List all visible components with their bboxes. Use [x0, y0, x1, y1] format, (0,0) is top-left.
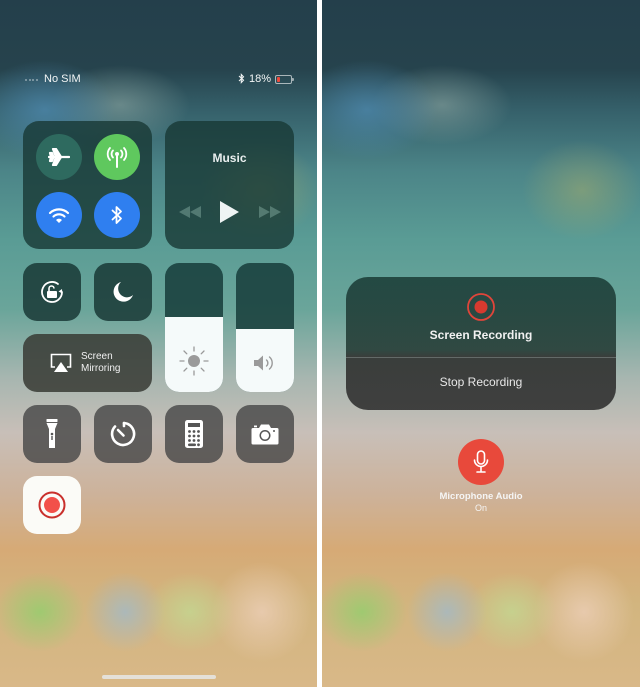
microphone-audio-state: On: [474, 503, 487, 513]
screen-recording-title: Screen Recording: [429, 328, 533, 342]
screen-mirroring-label-line2: Mirroring: [81, 363, 121, 374]
microphone-icon: [473, 450, 489, 473]
antenna-icon: [106, 147, 128, 168]
record-icon: [38, 491, 66, 519]
screen-mirroring-label: Screen Mirroring: [81, 351, 120, 375]
screen-recording-header: Screen Recording: [346, 277, 616, 357]
airplay-icon: [50, 353, 72, 372]
home-indicator[interactable]: [102, 675, 216, 679]
bluetooth-toggle[interactable]: [94, 192, 140, 238]
bluetooth-icon: [238, 73, 245, 87]
fast-forward-icon: [259, 206, 281, 218]
music-controls: [165, 201, 294, 223]
signal-strength-icon: [25, 79, 39, 82]
calculator-button[interactable]: [165, 405, 223, 463]
screen-recording-button[interactable]: [23, 476, 81, 534]
wifi-icon: [48, 207, 70, 223]
fast-forward-button[interactable]: [259, 201, 281, 223]
rotation-lock-icon: [41, 281, 63, 303]
rewind-button[interactable]: [179, 201, 201, 223]
volume-slider[interactable]: [236, 263, 294, 392]
screen-recording-popup: Screen Recording Stop Recording: [346, 277, 616, 410]
microphone-audio-label: Microphone Audio: [439, 491, 523, 502]
camera-icon: [251, 424, 279, 445]
screen-mirroring-label-line1: Screen: [81, 351, 113, 362]
carrier-label: No SIM: [44, 73, 81, 85]
microphone-audio-toggle[interactable]: [458, 439, 504, 485]
wifi-toggle[interactable]: [36, 192, 82, 238]
screen-recording-menu-screen: Screen Recording Stop Recording Micropho…: [322, 0, 640, 687]
flashlight-button[interactable]: [23, 405, 81, 463]
play-button[interactable]: [219, 201, 239, 223]
do-not-disturb-toggle[interactable]: [94, 263, 152, 321]
status-bar: No SIM 18%: [0, 72, 317, 88]
cellular-data-toggle[interactable]: [94, 134, 140, 180]
airplane-icon: [48, 148, 70, 166]
music-title: Music: [212, 151, 247, 165]
sun-icon: [179, 346, 209, 376]
moon-icon: [113, 282, 133, 302]
flashlight-icon: [46, 419, 58, 448]
timer-icon: [110, 421, 136, 447]
battery-level: [277, 77, 280, 82]
camera-button[interactable]: [236, 405, 294, 463]
calculator-icon: [185, 420, 203, 448]
brightness-slider[interactable]: [165, 263, 223, 392]
play-icon: [220, 201, 239, 223]
stop-recording-button[interactable]: Stop Recording: [346, 358, 616, 410]
rotation-lock-toggle[interactable]: [23, 263, 81, 321]
battery-icon: [275, 75, 294, 84]
record-icon: [467, 293, 495, 321]
screen-mirroring-button[interactable]: Screen Mirroring: [23, 334, 152, 392]
speaker-icon: [254, 355, 273, 371]
battery-percentage: 18%: [249, 73, 272, 85]
music-player[interactable]: Music: [165, 121, 294, 249]
bluetooth-icon: [111, 206, 122, 224]
airplane-mode-toggle[interactable]: [36, 134, 82, 180]
rewind-icon: [179, 206, 201, 218]
connectivity-panel: [23, 121, 152, 249]
timer-button[interactable]: [94, 405, 152, 463]
control-center-screen: No SIM 18% Music Screen Mirroring: [0, 0, 317, 687]
